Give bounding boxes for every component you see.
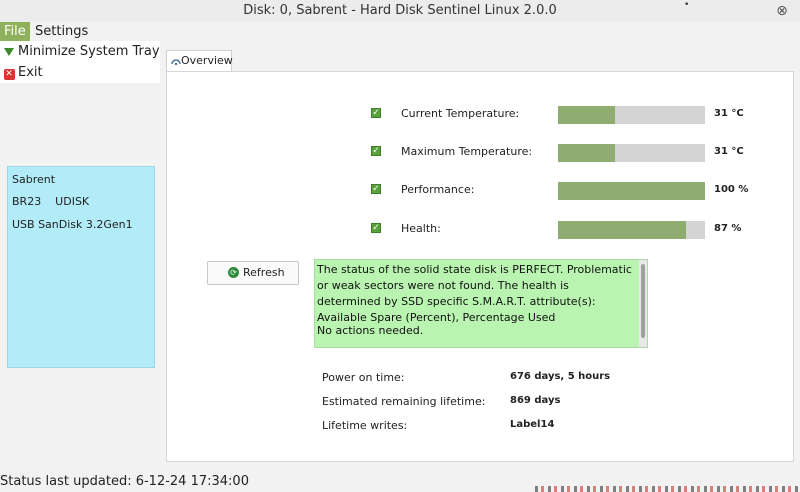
metric-value: 87 % bbox=[714, 223, 742, 234]
status-bar: Status last updated: 6-12-24 17:34:00 bbox=[0, 474, 800, 492]
menu-settings[interactable]: Settings bbox=[31, 22, 92, 41]
menu-item-exit[interactable]: ✕ Exit bbox=[0, 62, 160, 83]
progress-fill bbox=[558, 106, 616, 124]
status-message-text: The status of the solid state disk is PE… bbox=[317, 263, 632, 324]
metric-value: 31 °C bbox=[714, 146, 744, 157]
metric-performance: ✓ Performance: 100 % bbox=[167, 182, 793, 204]
status-action-text: No actions needed. bbox=[317, 324, 424, 337]
disk-name: Sabrent bbox=[12, 173, 56, 186]
title-bar: • Disk: 0, Sabrent - Hard Disk Sentinel … bbox=[0, 0, 800, 22]
tab-label: Overview bbox=[181, 54, 233, 67]
progress-bar bbox=[558, 182, 705, 200]
check-icon: ✓ bbox=[371, 146, 381, 156]
menu-item-minimize-system-tray[interactable]: Minimize System Tray bbox=[0, 41, 160, 62]
metric-value: 100 % bbox=[714, 184, 749, 195]
tab-overview[interactable]: Overview bbox=[166, 50, 233, 71]
refresh-button[interactable]: ⟳ Refresh bbox=[207, 261, 299, 285]
check-icon: ✓ bbox=[371, 223, 381, 233]
metric-label: Health: bbox=[401, 222, 441, 235]
info-value: 869 days bbox=[510, 395, 561, 406]
file-menu-dropdown: Minimize System Tray ✕ Exit bbox=[0, 41, 160, 83]
menu-item-label: Minimize System Tray bbox=[18, 44, 160, 59]
metric-label: Performance: bbox=[401, 183, 475, 196]
metric-current-temperature: ✓ Current Temperature: 31 °C bbox=[167, 106, 793, 128]
progress-fill bbox=[558, 182, 705, 200]
progress-fill bbox=[558, 144, 616, 162]
disk-model: BR23 UDISK bbox=[12, 195, 90, 208]
metric-maximum-temperature: ✓ Maximum Temperature: 31 °C bbox=[167, 144, 793, 166]
refresh-label: Refresh bbox=[243, 266, 285, 279]
status-message-box: The status of the solid state disk is PE… bbox=[314, 259, 648, 348]
info-value: Label14 bbox=[510, 419, 555, 430]
progress-fill bbox=[558, 221, 686, 239]
metric-value: 31 °C bbox=[714, 108, 744, 119]
metric-health: ✓ Health: 87 % bbox=[167, 221, 793, 243]
menu-bar: File Settings bbox=[0, 22, 800, 41]
scrollbar-thumb[interactable] bbox=[641, 264, 645, 338]
status-scrollbar[interactable] bbox=[639, 260, 647, 347]
progress-bar bbox=[558, 144, 705, 162]
metric-label: Maximum Temperature: bbox=[401, 145, 533, 158]
info-label: Lifetime writes: bbox=[322, 419, 408, 432]
info-row-lifetime-writes: Lifetime writes: Label14 bbox=[167, 419, 793, 433]
close-icon[interactable]: ⊗ bbox=[774, 3, 790, 19]
progress-bar bbox=[558, 221, 705, 239]
green-down-triangle-icon bbox=[3, 41, 15, 63]
info-value: 676 days, 5 hours bbox=[510, 371, 611, 382]
check-icon: ✓ bbox=[371, 108, 381, 118]
check-icon: ✓ bbox=[371, 184, 381, 194]
red-x-icon: ✕ bbox=[3, 69, 15, 80]
refresh-icon: ⟳ bbox=[228, 267, 239, 278]
menu-file[interactable]: File bbox=[0, 22, 30, 41]
info-row-power-on-time: Power on time: 676 days, 5 hours bbox=[167, 371, 793, 385]
info-row-remaining-lifetime: Estimated remaining lifetime: 869 days bbox=[167, 395, 793, 409]
progress-bar bbox=[558, 106, 705, 124]
disk-list-item-sabrent[interactable]: Sabrent BR23 UDISK USB SanDisk 3.2Gen1 bbox=[7, 166, 155, 368]
status-bar-text: Status last updated: 6-12-24 17:34:00 bbox=[0, 474, 249, 489]
info-label: Power on time: bbox=[322, 371, 405, 384]
disk-description: USB SanDisk 3.2Gen1 bbox=[12, 218, 133, 231]
overview-panel: ✓ Current Temperature: 31 °C ✓ Maximum T… bbox=[166, 71, 794, 462]
metric-label: Current Temperature: bbox=[401, 107, 520, 120]
status-bar-artifact bbox=[535, 486, 800, 492]
menu-item-label: Exit bbox=[18, 65, 43, 80]
info-label: Estimated remaining lifetime: bbox=[322, 395, 486, 408]
window-title: Disk: 0, Sabrent - Hard Disk Sentinel Li… bbox=[243, 3, 557, 18]
